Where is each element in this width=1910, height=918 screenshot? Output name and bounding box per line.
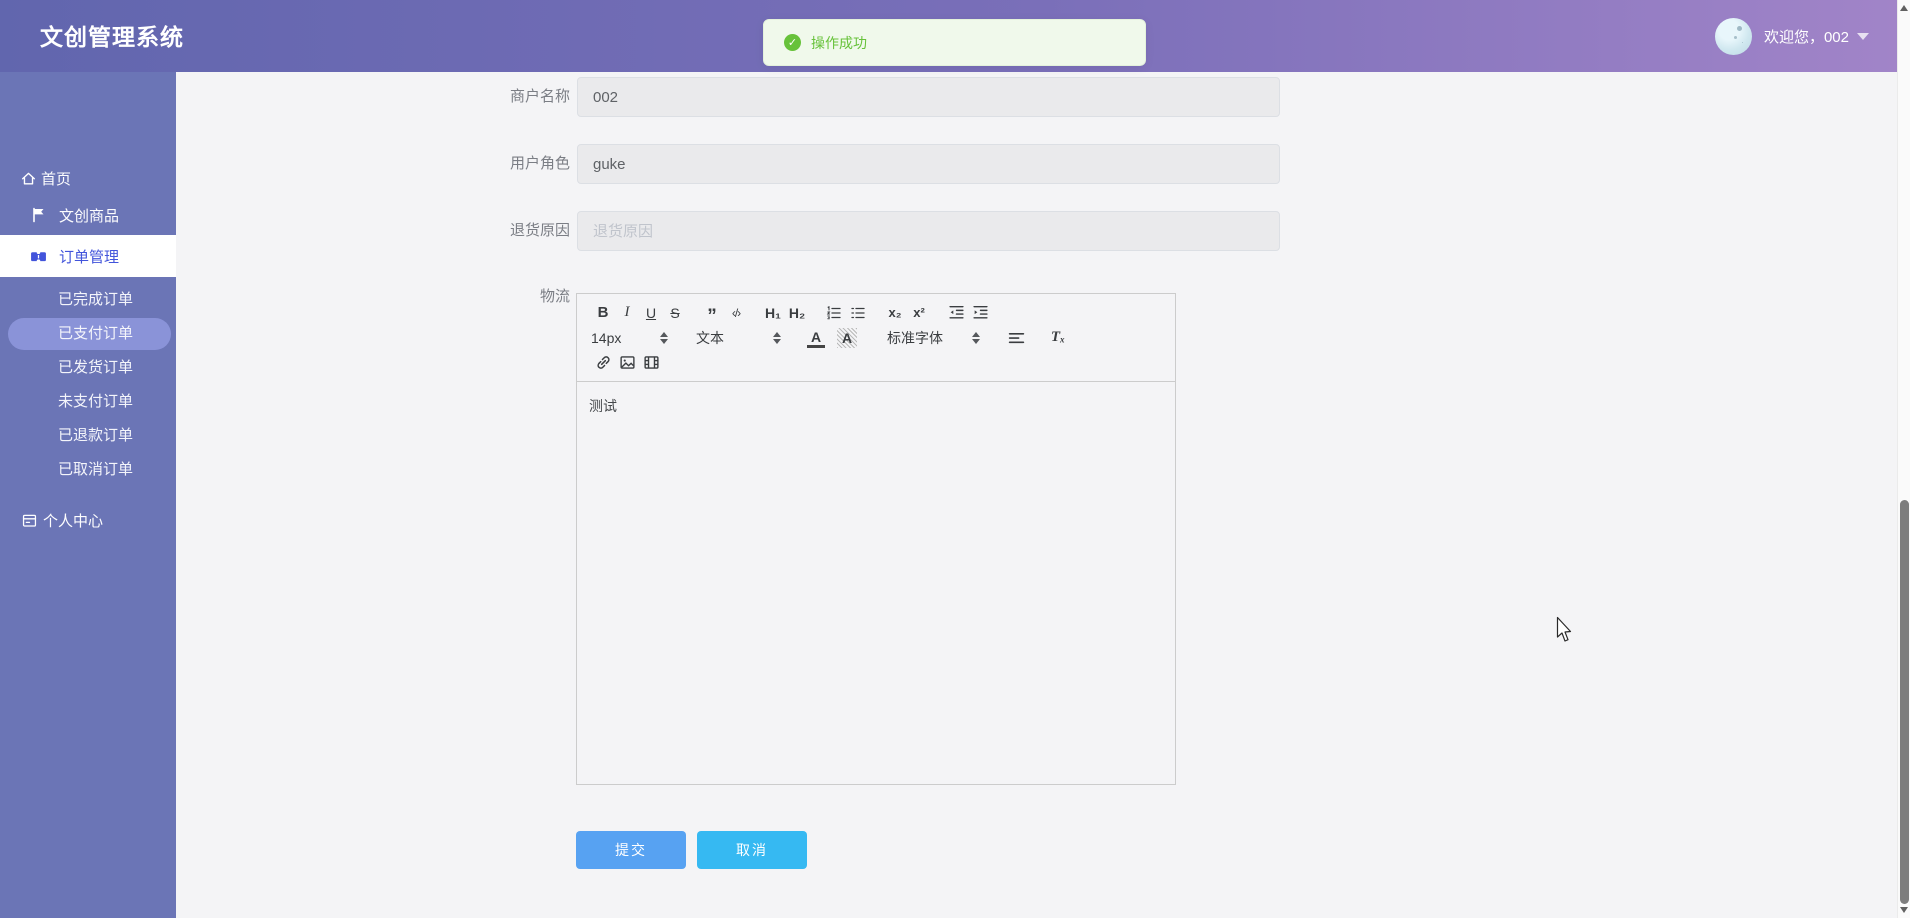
merchant-name-input xyxy=(577,77,1280,117)
font-family-value: 标准字体 xyxy=(887,329,943,346)
background-color-button[interactable]: A xyxy=(837,327,857,348)
spinner-arrows-icon xyxy=(773,331,781,344)
font-family-picker[interactable]: 标准字体 xyxy=(887,328,980,348)
cancel-button[interactable]: 取消 xyxy=(697,831,807,869)
submenu-item-completed-orders[interactable]: 已完成订单 xyxy=(0,283,176,317)
editor-text: 测试 xyxy=(589,398,617,414)
mouse-cursor xyxy=(1556,616,1572,642)
spinner-arrows-icon xyxy=(972,331,980,344)
user-menu[interactable]: 欢迎您，002 xyxy=(1714,14,1869,58)
check-circle-icon: ✓ xyxy=(784,34,801,51)
outdent-button[interactable] xyxy=(944,301,968,324)
insert-video-button[interactable] xyxy=(639,351,663,374)
logistics-rich-text-editor: B I U S ” ‹/› H₁ H₂ x₂ x² 14px 文本 A A 标准… xyxy=(576,293,1176,785)
sidebar-item-label: 首页 xyxy=(41,170,72,188)
app-window: 文创管理系统 欢迎您，002 ✓ 操作成功 首页 文创商品 订单管理 已完成订单… xyxy=(0,0,1910,918)
bullet-list-button[interactable] xyxy=(846,301,870,324)
user-role-label: 用户角色 xyxy=(509,155,570,172)
return-reason-label: 退货原因 xyxy=(509,222,570,239)
avatar[interactable] xyxy=(1714,17,1752,55)
bullet-list-icon xyxy=(851,307,865,318)
idcard-icon xyxy=(22,514,37,527)
toast-message: 操作成功 xyxy=(811,34,867,51)
caret-down-icon xyxy=(1857,32,1869,40)
editor-content[interactable]: 测试 xyxy=(577,382,1175,430)
logistics-label: 物流 xyxy=(539,288,570,305)
ordered-list-button[interactable] xyxy=(822,301,846,324)
italic-button[interactable]: I xyxy=(615,301,639,324)
image-icon xyxy=(619,356,635,369)
welcome-text: 欢迎您，002 xyxy=(1763,28,1849,46)
submenu-item-unpaid-orders[interactable]: 未支付订单 xyxy=(0,385,176,419)
scroll-down-arrow-icon[interactable] xyxy=(1900,907,1908,913)
editor-toolbar: B I U S ” ‹/› H₁ H₂ x₂ x² 14px 文本 A A 标准… xyxy=(577,294,1175,382)
scrollbar-thumb[interactable] xyxy=(1900,500,1909,904)
code-block-button[interactable]: ‹/› xyxy=(724,301,748,324)
insert-link-button[interactable] xyxy=(591,351,615,374)
clean-format-button[interactable]: Tₓ xyxy=(1046,326,1070,349)
ticket-icon xyxy=(31,249,46,263)
outdent-icon xyxy=(948,305,964,319)
spinner-arrows-icon xyxy=(660,331,668,344)
text-style-picker[interactable]: 文本 xyxy=(696,328,781,348)
app-title: 文创管理系统 xyxy=(40,24,184,50)
subscript-button[interactable]: x₂ xyxy=(883,301,907,324)
submenu-item-shipped-orders[interactable]: 已发货订单 xyxy=(0,351,176,385)
ordered-list-icon xyxy=(826,305,841,319)
strikethrough-button[interactable]: S xyxy=(663,301,687,324)
align-icon xyxy=(1008,332,1024,344)
sidebar-item-products[interactable]: 文创商品 xyxy=(0,201,176,229)
text-color-button[interactable]: A xyxy=(807,329,825,348)
underline-button[interactable]: U xyxy=(639,301,663,324)
sidebar-item-label: 个人中心 xyxy=(43,512,104,530)
sidebar-item-orders-active[interactable]: 订单管理 xyxy=(0,235,176,277)
vertical-scrollbar[interactable] xyxy=(1897,0,1910,918)
superscript-button[interactable]: x² xyxy=(907,301,931,324)
sidebar: 首页 文创商品 订单管理 已完成订单 已支付订单 已发货订单 未支付订单 已退款… xyxy=(0,72,176,918)
home-icon xyxy=(21,172,36,185)
video-icon xyxy=(643,356,659,369)
user-role-input xyxy=(577,144,1280,184)
font-size-picker[interactable]: 14px xyxy=(591,330,668,346)
merchant-name-label: 商户名称 xyxy=(509,88,570,105)
link-icon xyxy=(596,356,610,369)
blockquote-button[interactable]: ” xyxy=(700,301,724,326)
success-toast: ✓ 操作成功 xyxy=(763,19,1146,66)
sidebar-item-profile[interactable]: 个人中心 xyxy=(0,506,176,534)
submenu-item-cancelled-orders[interactable]: 已取消订单 xyxy=(0,453,176,487)
scroll-up-arrow-icon[interactable] xyxy=(1900,5,1908,11)
heading1-button[interactable]: H₁ xyxy=(761,301,785,324)
orders-submenu: 已完成订单 已支付订单 已发货订单 未支付订单 已退款订单 已取消订单 xyxy=(0,283,176,487)
sidebar-item-label: 订单管理 xyxy=(59,248,120,266)
bold-button[interactable]: B xyxy=(591,301,615,324)
submenu-item-refunded-orders[interactable]: 已退款订单 xyxy=(0,419,176,453)
sidebar-item-home[interactable]: 首页 xyxy=(0,164,176,192)
text-style-value: 文本 xyxy=(696,329,724,346)
submit-button[interactable]: 提交 xyxy=(576,831,686,869)
indent-button[interactable] xyxy=(968,301,992,324)
submenu-item-paid-orders[interactable]: 已支付订单 xyxy=(0,317,176,351)
sidebar-item-label: 文创商品 xyxy=(59,207,120,225)
align-button[interactable] xyxy=(1004,326,1028,349)
heading2-button[interactable]: H₂ xyxy=(785,301,809,324)
font-size-value: 14px xyxy=(591,329,622,346)
indent-icon xyxy=(972,305,988,319)
return-reason-input[interactable] xyxy=(577,211,1280,251)
insert-image-button[interactable] xyxy=(615,351,639,374)
flag-icon xyxy=(33,207,44,223)
